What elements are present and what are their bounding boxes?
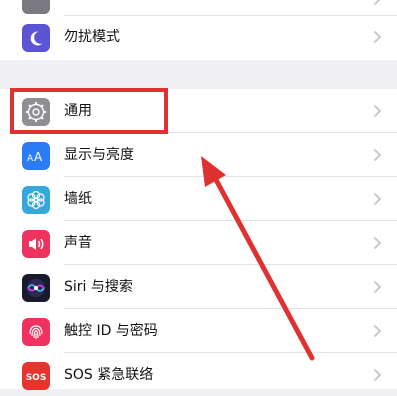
annotation-arrow	[201, 156, 315, 361]
